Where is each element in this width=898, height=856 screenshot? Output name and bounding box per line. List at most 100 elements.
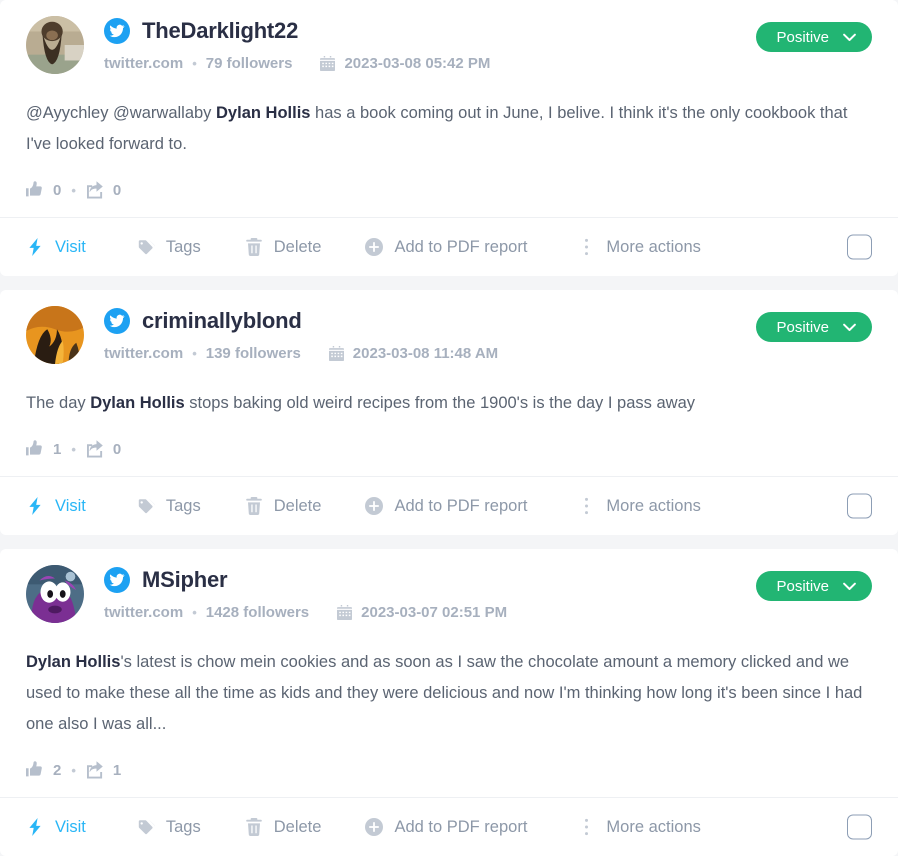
sentiment-dropdown[interactable]: Positive — [756, 312, 872, 342]
like-count: 2 — [53, 761, 62, 779]
post-date: 2023-03-08 11:48 AM — [352, 345, 499, 362]
visit-button[interactable]: Visit — [26, 818, 86, 837]
tags-label: Tags — [165, 237, 201, 256]
author-username: MSipher — [142, 567, 228, 592]
source-domain: twitter.com — [104, 55, 184, 72]
delete-button[interactable]: Delete — [245, 497, 321, 516]
post-date-wrap: 2023-03-08 11:48 AM — [328, 345, 499, 362]
more-actions-button[interactable]: More actions — [577, 818, 701, 837]
avatar — [26, 565, 84, 623]
tags-label: Tags — [165, 496, 201, 515]
add-to-pdf-report-button[interactable]: Add to PDF report — [365, 238, 527, 257]
plus-circle-icon — [365, 818, 384, 836]
trash-icon — [245, 818, 263, 836]
mention-card-body: TheDarklight22 twitter.com • 79 follower… — [0, 0, 898, 217]
add-to-pdf-report-button[interactable]: Add to PDF report — [365, 818, 527, 837]
meta-separator: • — [192, 56, 197, 71]
post-text: The day Dylan Hollis stops baking old we… — [26, 394, 696, 412]
plus-circle-icon — [365, 497, 384, 515]
calendar-icon — [337, 605, 353, 620]
mention-header: MSipher twitter.com • 1428 followers 202… — [26, 563, 872, 623]
delete-button[interactable]: Delete — [245, 818, 321, 837]
more-actions-label: More actions — [606, 237, 701, 256]
more-actions-label: More actions — [606, 496, 701, 515]
engagement-separator: • — [71, 182, 76, 198]
vertical-dots-icon — [584, 238, 589, 256]
visit-label: Visit — [55, 817, 86, 836]
share-group: 0 — [86, 440, 121, 458]
source-domain: twitter.com — [104, 604, 184, 621]
card-action-bar: Visit Tags Delete Add to PDF report More… — [0, 797, 898, 856]
mention-list: TheDarklight22 twitter.com • 79 follower… — [0, 0, 898, 856]
share-count: 0 — [112, 181, 122, 199]
like-count: 1 — [53, 440, 62, 458]
vertical-dots-icon — [584, 818, 589, 836]
follower-count: 139 followers — [205, 345, 301, 362]
twitter-icon — [104, 18, 130, 44]
engagement-separator: • — [71, 762, 76, 778]
mention-card: MSipher twitter.com • 1428 followers 202… — [0, 549, 898, 856]
trash-icon — [245, 238, 263, 256]
add-to-pdf-report-label: Add to PDF report — [394, 817, 528, 836]
visit-button[interactable]: Visit — [26, 497, 86, 516]
vertical-dots-icon — [584, 497, 589, 515]
tags-button[interactable]: Tags — [137, 818, 201, 837]
tag-icon — [137, 497, 155, 515]
engagement-separator: • — [71, 441, 76, 457]
post-date: 2023-03-07 02:51 PM — [361, 604, 508, 621]
tag-icon — [137, 818, 155, 836]
card-action-bar: Visit Tags Delete Add to PDF report More… — [0, 217, 898, 276]
delete-label: Delete — [273, 237, 322, 256]
tags-button[interactable]: Tags — [137, 238, 201, 257]
author-meta: twitter.com • 1428 followers 2023-03-07 … — [104, 604, 872, 621]
mention-card-body: MSipher twitter.com • 1428 followers 202… — [0, 549, 898, 797]
trash-icon — [245, 497, 263, 515]
visit-button[interactable]: Visit — [26, 238, 86, 257]
sentiment-label: Positive — [776, 28, 829, 46]
more-actions-button[interactable]: More actions — [577, 496, 701, 516]
twitter-icon — [104, 567, 130, 593]
thumbs-up-icon — [26, 761, 44, 779]
lightning-bolt-icon — [26, 497, 44, 515]
add-to-pdf-report-button[interactable]: Add to PDF report — [365, 497, 527, 516]
share-group: 0 — [86, 181, 121, 199]
author-username: TheDarklight22 — [142, 18, 299, 43]
sentiment-dropdown[interactable]: Positive — [756, 571, 872, 601]
lightning-bolt-icon — [26, 818, 44, 836]
delete-button[interactable]: Delete — [245, 237, 322, 257]
sentiment-dropdown[interactable]: Positive — [756, 22, 872, 52]
author-meta: twitter.com • 79 followers 2023-03-08 05… — [104, 55, 872, 72]
more-actions-button[interactable]: More actions — [577, 237, 701, 257]
share-icon — [86, 181, 104, 199]
select-mention-checkbox[interactable] — [847, 814, 872, 840]
tags-button[interactable]: Tags — [137, 497, 201, 516]
lightning-bolt-icon — [26, 238, 44, 256]
author-meta: twitter.com • 139 followers 2023-03-08 1… — [104, 345, 872, 362]
visit-label: Visit — [55, 496, 86, 515]
mention-header: criminallyblond twitter.com • 139 follow… — [26, 304, 872, 364]
share-icon — [86, 440, 104, 458]
post-date: 2023-03-08 05:42 PM — [344, 55, 491, 72]
chevron-down-icon — [843, 33, 856, 41]
tag-icon — [137, 238, 155, 256]
select-mention-checkbox[interactable] — [847, 493, 872, 519]
source-domain: twitter.com — [104, 345, 184, 362]
like-group: 2 — [26, 761, 61, 779]
meta-separator: • — [192, 605, 197, 620]
engagement-stats: 1 • 0 — [26, 440, 872, 476]
share-count: 0 — [112, 440, 122, 458]
mention-card-body: criminallyblond twitter.com • 139 follow… — [0, 290, 898, 476]
sentiment-label: Positive — [776, 577, 829, 595]
like-group: 0 — [26, 181, 61, 199]
add-to-pdf-report-label: Add to PDF report — [394, 496, 528, 515]
avatar — [26, 16, 84, 74]
sentiment-label: Positive — [776, 318, 829, 336]
share-count: 1 — [112, 761, 122, 779]
like-count: 0 — [53, 181, 62, 199]
share-icon — [86, 761, 104, 779]
author-username: criminallyblond — [142, 308, 302, 333]
select-mention-checkbox[interactable] — [847, 234, 872, 260]
chevron-down-icon — [843, 582, 856, 590]
thumbs-up-icon — [26, 181, 44, 199]
plus-circle-icon — [365, 238, 384, 256]
